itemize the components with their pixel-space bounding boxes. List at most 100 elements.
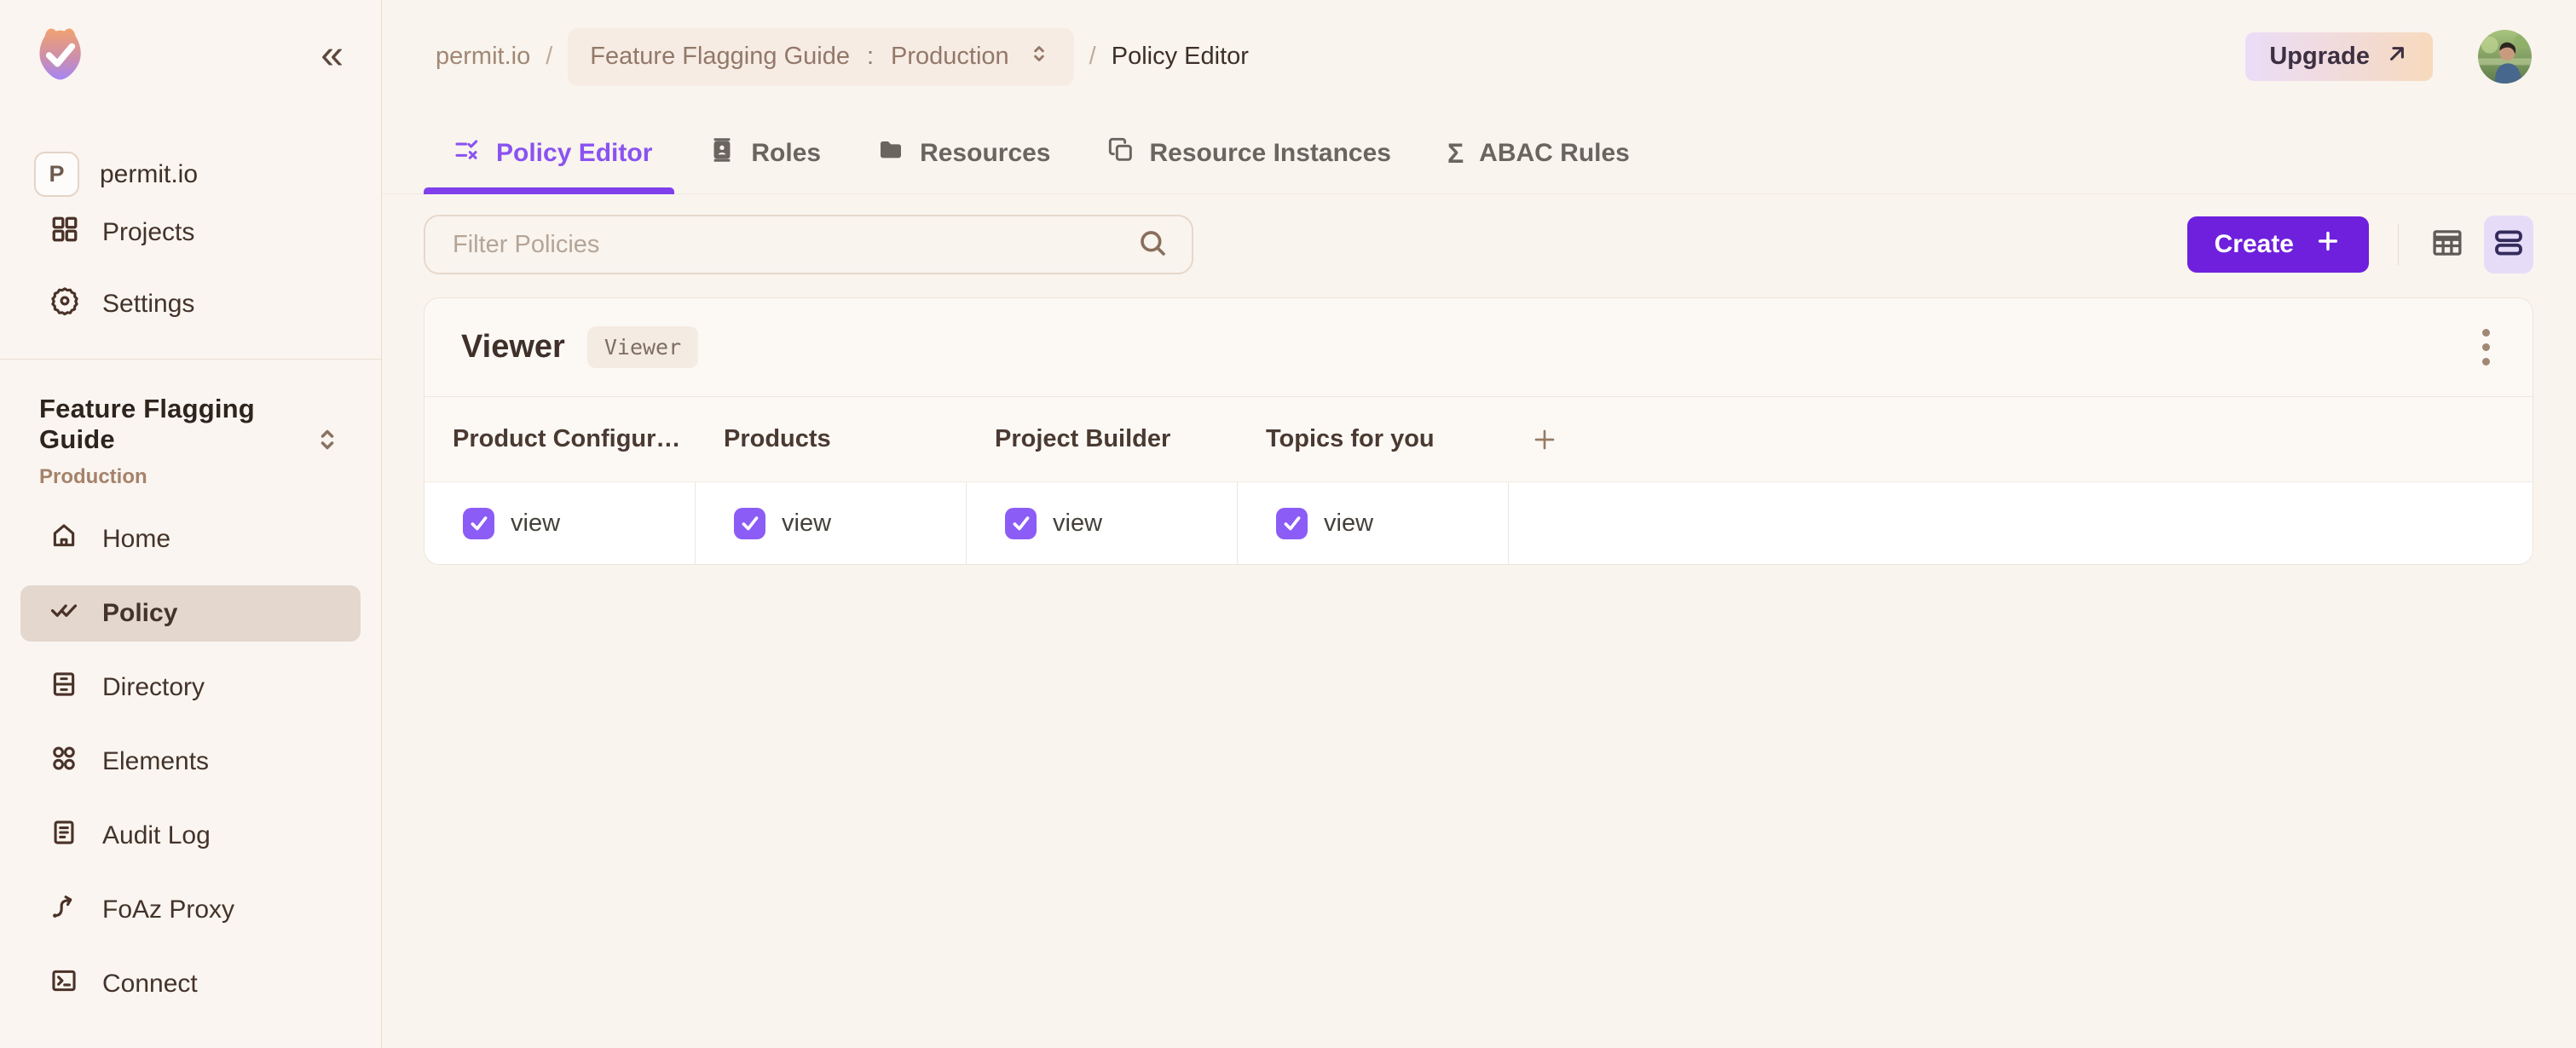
project-environment-selector[interactable]: Feature Flagging Guide Production <box>0 360 381 489</box>
stacked-rows-icon <box>2491 225 2527 265</box>
policy-editor-icon <box>453 136 481 170</box>
checkbox-checked[interactable] <box>463 508 494 539</box>
breadcrumb-separator: / <box>546 43 552 71</box>
tab-label: Roles <box>751 139 821 168</box>
upgrade-button[interactable]: Upgrade <box>2245 32 2433 81</box>
grid-icon <box>49 214 80 251</box>
topbar: permit.io / Feature Flagging Guide : Pro… <box>382 0 2576 113</box>
document-icon <box>49 818 78 854</box>
sidebar-item-directory[interactable]: Directory <box>20 659 361 716</box>
sidebar-item-label: FoAz Proxy <box>102 895 234 924</box>
tab-resource-instances[interactable]: Resource Instances <box>1107 113 1391 193</box>
sidebar-item-home[interactable]: Home <box>20 511 361 567</box>
column-header: Products <box>696 425 967 453</box>
org-switcher[interactable]: P permit.io <box>34 152 381 197</box>
sidebar-item-policy[interactable]: Policy <box>20 585 361 642</box>
column-header: Topics for you <box>1238 425 1509 453</box>
folder-icon <box>877 136 904 170</box>
role-title: Viewer <box>461 329 565 366</box>
breadcrumb: permit.io / Feature Flagging Guide : Pro… <box>436 28 1249 86</box>
permission-cell: view <box>696 482 967 564</box>
search-icon <box>1135 226 1170 264</box>
create-label: Create <box>2215 230 2294 259</box>
org-name: permit.io <box>100 160 198 189</box>
empty-cell <box>1509 482 2533 564</box>
sidebar-item-label: Elements <box>102 747 209 776</box>
filter-policies-input[interactable] <box>451 230 1135 260</box>
permission-cell: view <box>967 482 1238 564</box>
column-header: Product Configur… <box>425 425 696 453</box>
permission-label: view <box>511 510 560 538</box>
user-avatar[interactable] <box>2478 30 2532 83</box>
tab-bar: Policy Editor Roles <box>382 113 2576 194</box>
sidebar-item-label: Directory <box>102 673 205 702</box>
checkbox-checked[interactable] <box>1005 508 1037 539</box>
sidebar-item-label: Projects <box>102 218 194 247</box>
chevron-updown-icon <box>311 423 344 460</box>
plus-icon <box>2314 227 2342 262</box>
terminal-icon <box>49 966 78 1002</box>
toolbar-divider <box>2398 224 2399 265</box>
role-card-viewer: Viewer Viewer Product Configur… Products… <box>424 297 2533 565</box>
sidebar-item-label: Audit Log <box>102 821 211 850</box>
tab-label: Resource Instances <box>1150 139 1391 168</box>
permissions-table-header: Product Configur… Products Project Build… <box>425 396 2533 481</box>
sidebar-item-label: Home <box>102 525 170 554</box>
role-key-badge: Viewer <box>587 326 698 368</box>
tab-policy-editor[interactable]: Policy Editor <box>453 113 652 193</box>
permission-label: view <box>1324 510 1373 538</box>
create-button[interactable]: Create <box>2187 216 2369 273</box>
filter-policies-field <box>424 215 1193 274</box>
breadcrumb-project-env-selector[interactable]: Feature Flagging Guide : Production <box>568 28 1073 86</box>
permissions-row: view view view <box>425 481 2533 564</box>
sidebar-item-connect[interactable]: Connect <box>20 956 361 1012</box>
sidebar-item-audit-log[interactable]: Audit Log <box>20 808 361 864</box>
sigma-icon: Σ <box>1447 138 1464 170</box>
roles-badge-icon <box>708 136 736 170</box>
environment-name: Production <box>39 465 311 489</box>
permission-label: view <box>1053 510 1102 538</box>
table-view-toggle[interactable] <box>2423 216 2472 274</box>
breadcrumb-org[interactable]: permit.io <box>436 43 530 71</box>
kebab-menu-icon[interactable] <box>2474 320 2498 374</box>
upgrade-label: Upgrade <box>2269 43 2370 71</box>
sidebar-item-projects[interactable]: Projects <box>0 197 381 268</box>
breadcrumb-separator: / <box>1089 43 1096 71</box>
tab-abac-rules[interactable]: Σ ABAC Rules <box>1447 113 1630 193</box>
sidebar-item-label: Settings <box>102 290 194 319</box>
breadcrumb-environment: Production <box>891 43 1009 71</box>
checkbox-checked[interactable] <box>734 508 765 539</box>
permission-label: view <box>782 510 831 538</box>
breadcrumb-project: Feature Flagging Guide <box>590 43 850 71</box>
sidebar-item-foaz-proxy[interactable]: FoAz Proxy <box>20 882 361 938</box>
sidebar-nav: Home Policy Directory <box>20 511 361 1012</box>
route-arrow-icon <box>49 892 78 928</box>
rows-view-toggle[interactable] <box>2484 216 2533 274</box>
sidebar-item-elements[interactable]: Elements <box>20 734 361 790</box>
gear-icon <box>49 285 80 323</box>
sidebar-item-settings[interactable]: Settings <box>0 268 381 340</box>
table-grid-icon <box>2429 225 2465 265</box>
role-card-header: Viewer Viewer <box>425 298 2533 396</box>
permit-fox-logo <box>26 22 92 89</box>
permission-cell: view <box>1238 482 1509 564</box>
home-icon <box>49 521 78 557</box>
project-name: Feature Flagging Guide <box>39 394 311 455</box>
org-initial-badge: P <box>34 152 79 197</box>
checkbox-checked[interactable] <box>1276 508 1308 539</box>
tab-roles[interactable]: Roles <box>708 113 821 193</box>
permission-cell: view <box>425 482 696 564</box>
add-column-button[interactable] <box>1509 426 1558 453</box>
sidebar-collapse-icon[interactable]: « <box>321 35 344 76</box>
column-header: Project Builder <box>967 425 1238 453</box>
arrow-up-right-icon <box>2385 42 2409 72</box>
breadcrumb-colon: : <box>867 43 874 71</box>
main-content: permit.io / Feature Flagging Guide : Pro… <box>382 0 2576 1048</box>
app-root: « P permit.io Projects Settings <box>0 0 2576 1048</box>
tab-label: Policy Editor <box>496 139 652 168</box>
tab-resources[interactable]: Resources <box>877 113 1050 193</box>
double-check-icon <box>49 596 78 631</box>
toolbar: Create <box>382 194 2576 274</box>
copy-icon <box>1107 136 1135 170</box>
sidebar-item-label: Connect <box>102 970 198 999</box>
